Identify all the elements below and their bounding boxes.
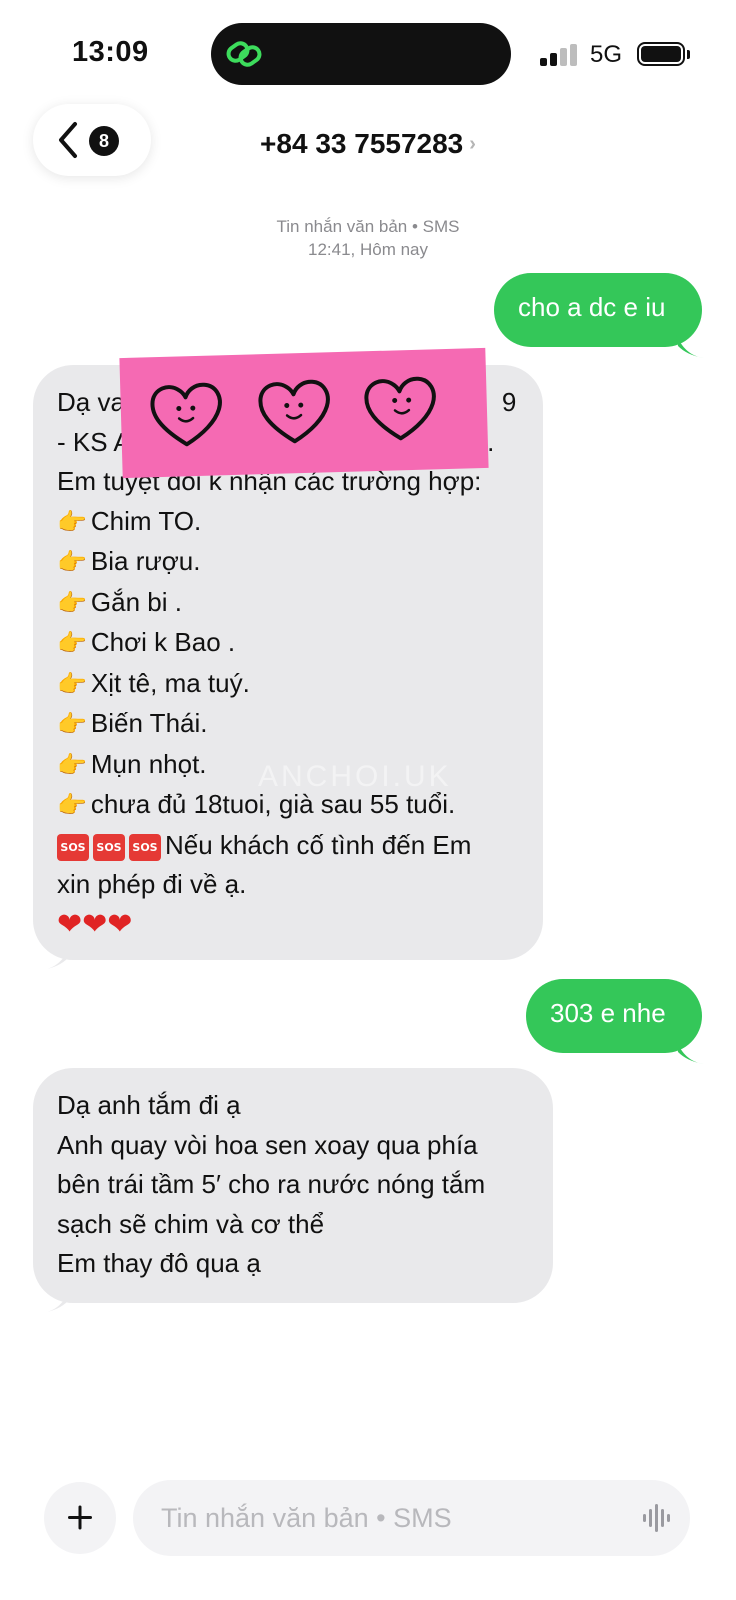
sos-icon: SOS <box>93 833 125 861</box>
heart-face-icon <box>150 382 222 447</box>
list-item: 👉 Chim TO. <box>57 505 202 536</box>
hearts-icon: ❤❤❤ <box>57 907 133 941</box>
message-line: sạch sẽ chim và cơ thể <box>57 1208 325 1239</box>
message-line: Dạ anh tắm đi ạ <box>57 1090 241 1120</box>
clock: 13:09 <box>72 36 149 68</box>
message-line: Em thay đô qua ạ <box>57 1248 261 1278</box>
add-attachment-button[interactable] <box>44 1482 116 1554</box>
bubble-tail <box>42 946 70 970</box>
contact-number: +84 33 7557283 <box>260 128 464 159</box>
heart-face-icon <box>364 376 436 441</box>
list-item: 👉 Biến Thái. <box>57 708 208 738</box>
battery-icon <box>637 42 685 66</box>
incoming-message[interactable]: Dạ anh tắm đi ạ Anh quay vòi hoa sen xoa… <box>33 1068 553 1303</box>
warning-line: SOS SOS SOS Nếu khách cố tình đến Em <box>57 826 519 866</box>
waveform-icon[interactable] <box>641 1502 675 1534</box>
contact-name[interactable]: +84 33 7557283 › <box>0 128 736 160</box>
pointing-hand-icon: 👉 <box>57 751 87 779</box>
censor-sticker <box>119 347 489 479</box>
list-item: 👉 Gắn bi . <box>57 586 182 617</box>
pointing-hand-icon: 👉 <box>57 670 87 698</box>
message-line: Anh quay vòi hoa sen xoay qua phía <box>57 1129 478 1160</box>
message-text: 303 e nhe <box>550 998 666 1028</box>
list-item: 👉 Xịt tê, ma tuý. <box>57 667 250 698</box>
bubble-tail <box>676 1040 704 1064</box>
message-text: cho a dc e iu <box>518 292 666 322</box>
outgoing-message[interactable]: cho a dc e iu <box>494 273 702 347</box>
network-type: 5G <box>590 41 623 68</box>
linked-rings-icon <box>226 41 262 67</box>
list-item: 👉 Bia rượu. <box>57 546 201 576</box>
warning-line: xin phép đi về ạ. <box>57 869 247 899</box>
dynamic-island <box>211 23 511 85</box>
sos-icon: SOS <box>57 833 89 861</box>
chevron-right-icon: › <box>469 133 476 155</box>
bubble-tail <box>42 1289 70 1313</box>
pointing-hand-icon: 👉 <box>57 630 87 657</box>
message-composer <box>133 1480 690 1556</box>
pointing-hand-icon: 👉 <box>57 508 87 536</box>
status-bar: 13:09 5G <box>0 0 736 100</box>
pointing-hand-icon: 👉 <box>57 549 87 576</box>
bubble-tail <box>676 334 704 358</box>
thread-timestamp: 12:41, Hôm nay <box>307 240 428 259</box>
heart-face-icon <box>258 379 330 444</box>
signal-icon <box>540 44 580 66</box>
pointing-hand-icon: 👉 <box>57 711 87 738</box>
message-line: bên trái tầm 5′ cho ra nước nóng tắm <box>57 1169 486 1199</box>
message-input[interactable] <box>161 1496 631 1540</box>
battery-tip <box>687 50 690 59</box>
watermark: ANCHOI.UK <box>258 760 452 793</box>
pointing-hand-icon: 👉 <box>57 589 87 617</box>
list-item: 👉 Chơi k Bao . <box>57 627 236 657</box>
pointing-hand-icon: 👉 <box>57 792 87 819</box>
thread-type-label: Tin nhắn văn bản • SMS <box>276 217 460 236</box>
sos-icon: SOS <box>129 833 161 861</box>
